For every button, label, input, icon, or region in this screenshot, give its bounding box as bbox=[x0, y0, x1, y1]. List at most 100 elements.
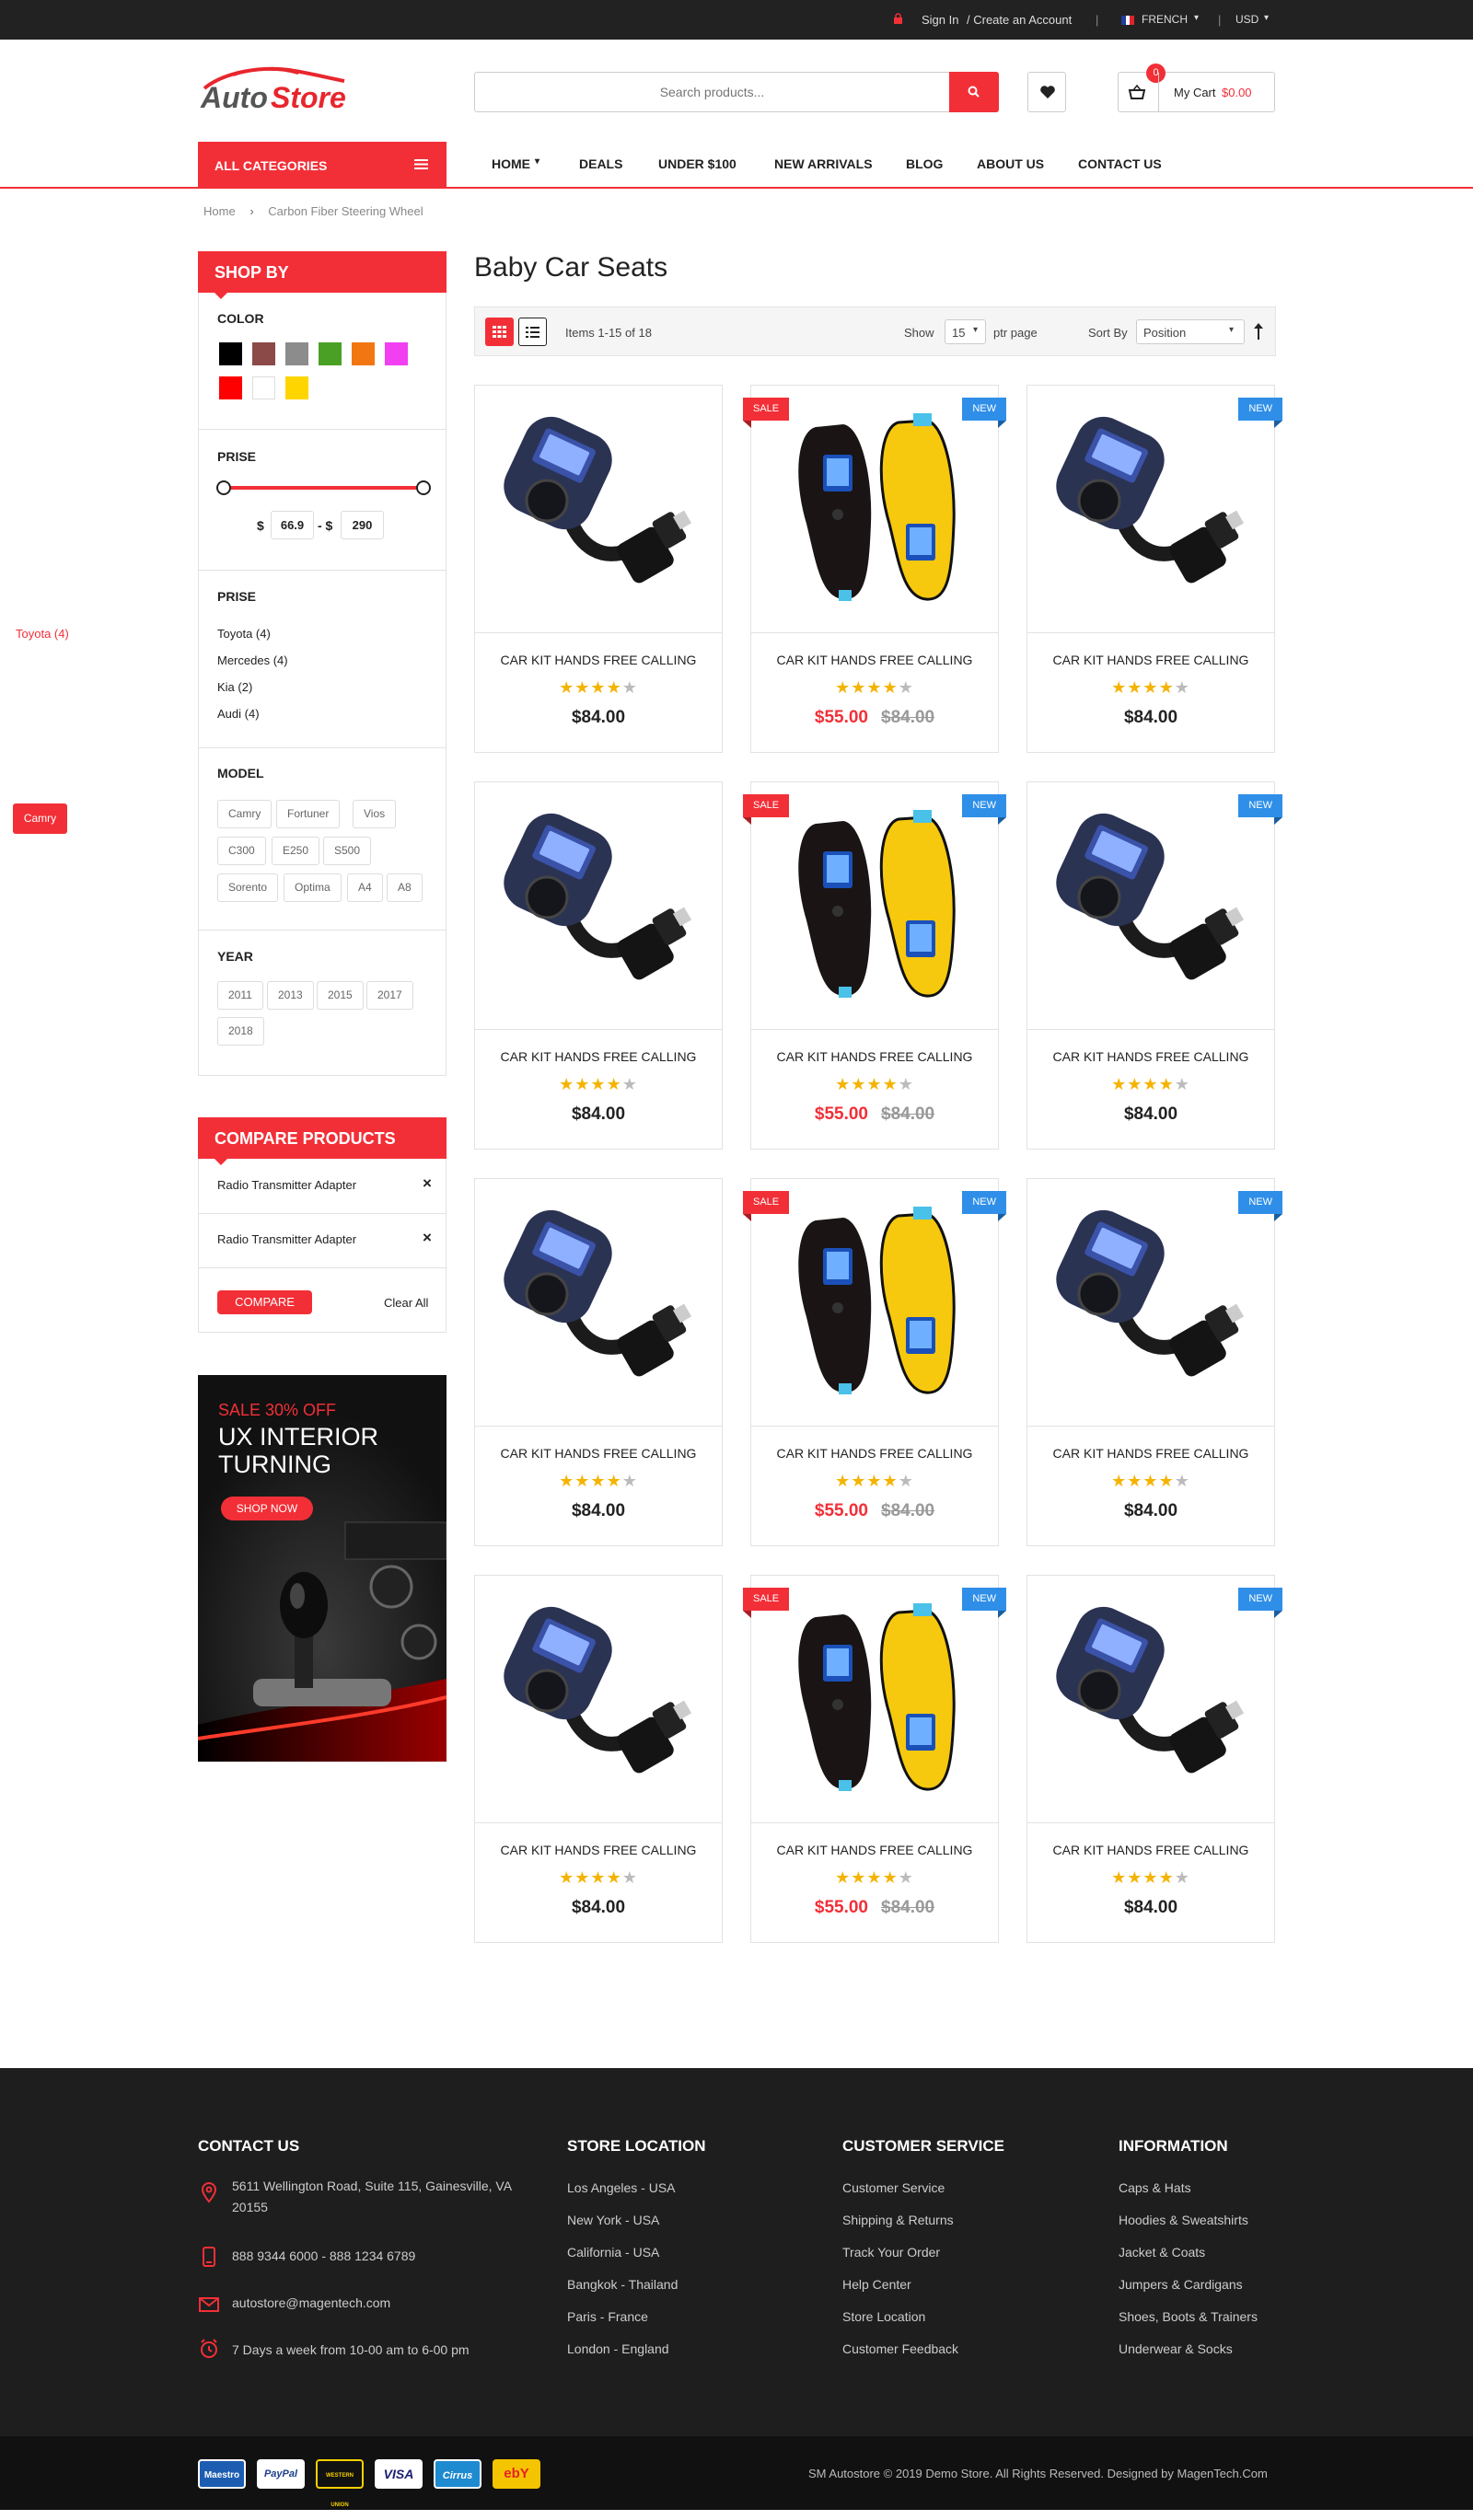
model-tag-a8[interactable]: A8 bbox=[387, 873, 423, 902]
footer-store-link[interactable]: New York - USA bbox=[567, 2213, 659, 2227]
product-name[interactable]: CAR KIT HANDS FREE CALLING bbox=[475, 1843, 722, 1857]
footer-store-link[interactable]: California - USA bbox=[567, 2245, 659, 2260]
color-swatch[interactable] bbox=[285, 376, 308, 399]
footer-info-link[interactable]: Jacket & Coats bbox=[1119, 2245, 1205, 2260]
all-categories-button[interactable]: ALL CATEGORIES bbox=[198, 142, 447, 188]
floating-model-camry[interactable]: Camry bbox=[13, 803, 67, 834]
model-tag-sorento[interactable]: Sorento bbox=[217, 873, 279, 902]
model-tag-a4[interactable]: A4 bbox=[347, 873, 383, 902]
product-image[interactable] bbox=[475, 782, 722, 1030]
product-name[interactable]: CAR KIT HANDS FREE CALLING bbox=[1027, 1843, 1274, 1857]
nav-contact-us[interactable]: CONTACT US bbox=[1078, 156, 1162, 171]
nav-under-100[interactable]: UNDER $100 bbox=[658, 156, 736, 171]
footer-store-link[interactable]: Los Angeles - USA bbox=[567, 2180, 676, 2195]
footer-service-link[interactable]: Customer Service bbox=[842, 2180, 945, 2195]
sort-direction-icon[interactable] bbox=[1254, 323, 1263, 340]
brand-toyota[interactable]: Toyota (4) bbox=[217, 627, 271, 641]
product-image[interactable] bbox=[1027, 386, 1274, 633]
product-image[interactable] bbox=[1027, 1576, 1274, 1823]
product-card[interactable]: NEW CAR KIT HANDS FREE CALLING ★★★★★ $84.00 bbox=[1026, 781, 1282, 1150]
color-swatch[interactable] bbox=[385, 342, 408, 365]
model-tag-c300[interactable]: C300 bbox=[217, 837, 266, 865]
product-name[interactable]: CAR KIT HANDS FREE CALLING bbox=[1027, 1446, 1274, 1461]
product-name[interactable]: CAR KIT HANDS FREE CALLING bbox=[751, 1446, 998, 1461]
product-image[interactable] bbox=[475, 1179, 722, 1427]
product-image[interactable] bbox=[751, 386, 998, 633]
footer-service-link[interactable]: Track Your Order bbox=[842, 2245, 940, 2260]
product-name[interactable]: CAR KIT HANDS FREE CALLING bbox=[751, 1049, 998, 1064]
brand-audi[interactable]: Audi (4) bbox=[217, 707, 260, 721]
grid-view-button[interactable] bbox=[485, 318, 514, 346]
color-swatch[interactable] bbox=[285, 342, 308, 365]
create-account-link[interactable]: / Create an Account bbox=[967, 13, 1072, 27]
product-card[interactable]: CAR KIT HANDS FREE CALLING ★★★★★ $84.00 bbox=[474, 385, 723, 753]
product-name[interactable]: CAR KIT HANDS FREE CALLING bbox=[1027, 1049, 1274, 1064]
brand-mercedes[interactable]: Mercedes (4) bbox=[217, 653, 288, 667]
footer-service-link[interactable]: Customer Feedback bbox=[842, 2341, 958, 2356]
search-button[interactable] bbox=[949, 72, 999, 112]
sign-in-link[interactable]: Sign In bbox=[922, 13, 958, 27]
nav-home[interactable]: HOME bbox=[492, 156, 530, 171]
model-tag-fortuner[interactable]: Fortuner bbox=[276, 800, 341, 828]
currency-select[interactable]: USD bbox=[1235, 13, 1258, 26]
close-icon[interactable]: × bbox=[423, 1229, 432, 1247]
footer-info-link[interactable]: Caps & Hats bbox=[1119, 2180, 1191, 2195]
footer-email[interactable]: autostore@magentech.com bbox=[232, 2293, 390, 2314]
price-min-input[interactable]: 66.9 bbox=[271, 511, 314, 539]
nav-new-arrivals[interactable]: NEW ARRIVALS bbox=[774, 156, 873, 171]
color-swatch[interactable] bbox=[319, 342, 342, 365]
sort-select[interactable]: Position ▾ bbox=[1136, 319, 1245, 344]
close-icon[interactable]: × bbox=[423, 1174, 432, 1193]
product-name[interactable]: CAR KIT HANDS FREE CALLING bbox=[475, 1049, 722, 1064]
per-page-select[interactable]: 15 ▾ bbox=[945, 319, 986, 344]
nav-about-us[interactable]: ABOUT US bbox=[977, 156, 1044, 171]
footer-info-link[interactable]: Jumpers & Cardigans bbox=[1119, 2277, 1243, 2292]
product-image[interactable] bbox=[475, 386, 722, 633]
year-tag-2015[interactable]: 2015 bbox=[317, 981, 364, 1010]
footer-store-link[interactable]: Paris - France bbox=[567, 2309, 648, 2324]
model-tag-optima[interactable]: Optima bbox=[284, 873, 342, 902]
language-select[interactable]: FRENCH bbox=[1142, 13, 1188, 26]
wishlist-button[interactable] bbox=[1027, 72, 1066, 112]
color-swatch[interactable] bbox=[219, 376, 242, 399]
product-image[interactable] bbox=[751, 1576, 998, 1823]
price-slider-max-handle[interactable] bbox=[416, 480, 431, 495]
model-tag-e250[interactable]: E250 bbox=[272, 837, 320, 865]
model-tag-camry[interactable]: Camry bbox=[217, 800, 273, 828]
footer-store-link[interactable]: Bangkok - Thailand bbox=[567, 2277, 678, 2292]
product-name[interactable]: CAR KIT HANDS FREE CALLING bbox=[751, 1843, 998, 1857]
product-card[interactable]: CAR KIT HANDS FREE CALLING ★★★★★ $84.00 bbox=[474, 1575, 723, 1943]
clear-all-link[interactable]: Clear All bbox=[384, 1296, 428, 1310]
nav-blog[interactable]: BLOG bbox=[906, 156, 943, 171]
footer-info-link[interactable]: Hoodies & Sweatshirts bbox=[1119, 2213, 1248, 2227]
shop-now-button[interactable]: SHOP NOW bbox=[221, 1497, 313, 1520]
footer-service-link[interactable]: Shipping & Returns bbox=[842, 2213, 954, 2227]
list-view-button[interactable] bbox=[518, 318, 547, 346]
product-name[interactable]: CAR KIT HANDS FREE CALLING bbox=[751, 653, 998, 667]
product-card[interactable]: CAR KIT HANDS FREE CALLING ★★★★★ $84.00 bbox=[474, 1178, 723, 1546]
product-image[interactable] bbox=[1027, 782, 1274, 1030]
logo[interactable]: Auto Store bbox=[197, 64, 363, 116]
brand-kia[interactable]: Kia (2) bbox=[217, 680, 252, 694]
compare-button[interactable]: COMPARE bbox=[217, 1290, 312, 1314]
product-card[interactable]: SALE NEW CAR KIT HANDS FREE CALLING ★★★★★ $5… bbox=[743, 1178, 1006, 1546]
product-card[interactable]: NEW CAR KIT HANDS FREE CALLING ★★★★★ $84.00 bbox=[1026, 1575, 1282, 1943]
product-card[interactable]: SALE NEW CAR KIT HANDS FREE CALLING ★★★★★ $5… bbox=[743, 1575, 1006, 1943]
year-tag-2013[interactable]: 2013 bbox=[267, 981, 314, 1010]
footer-service-link[interactable]: Store Location bbox=[842, 2309, 925, 2324]
price-max-input[interactable]: 290 bbox=[341, 511, 384, 539]
nav-deals[interactable]: DEALS bbox=[579, 156, 622, 171]
color-swatch[interactable] bbox=[219, 342, 242, 365]
cart-button[interactable]: 0 My Cart $0.00 bbox=[1118, 64, 1275, 112]
compare-item[interactable]: Radio Transmitter Adapter bbox=[217, 1178, 356, 1192]
breadcrumb-home[interactable]: Home bbox=[203, 204, 236, 218]
color-swatch[interactable] bbox=[352, 342, 375, 365]
product-card[interactable]: SALE NEW CAR KIT HANDS FREE CALLING ★★★★★ $5… bbox=[743, 385, 1006, 753]
compare-item[interactable]: Radio Transmitter Adapter bbox=[217, 1232, 356, 1246]
product-image[interactable] bbox=[475, 1576, 722, 1823]
year-tag-2018[interactable]: 2018 bbox=[217, 1017, 264, 1046]
product-image[interactable] bbox=[751, 782, 998, 1030]
price-slider-min-handle[interactable] bbox=[216, 480, 231, 495]
product-name[interactable]: CAR KIT HANDS FREE CALLING bbox=[475, 653, 722, 667]
year-tag-2011[interactable]: 2011 bbox=[217, 981, 263, 1010]
